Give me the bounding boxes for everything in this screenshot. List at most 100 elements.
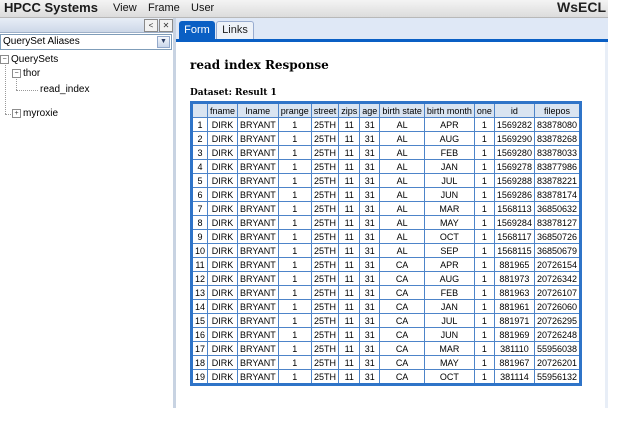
table-cell: 31 (359, 299, 381, 314)
tree-node-thor[interactable]: − thor (12, 68, 40, 80)
table-cell: JUL (423, 313, 475, 328)
table-row[interactable]: 18 DIRK BRYANT 1 25TH 11 31 CA MAY 1 881967 2072620… (190, 355, 582, 370)
tab-form[interactable]: Form (179, 21, 215, 39)
column-header[interactable]: fname (207, 102, 239, 118)
tab-links[interactable]: Links (216, 21, 254, 39)
table-cell: 31 (359, 243, 381, 258)
column-header[interactable]: age (359, 102, 381, 118)
table-cell: 1 (473, 285, 495, 300)
table-cell: 25TH (310, 271, 340, 286)
table-row[interactable]: 3 DIRK BRYANT 1 25TH 11 31 AL FEB 1 1569280 8387803… (190, 145, 582, 160)
table-row[interactable]: 6 DIRK BRYANT 1 25TH 11 31 AL JUN 1 1569286 8387817… (190, 187, 582, 202)
table-cell: 1 (277, 271, 312, 286)
app-window: HPCC Systems View Frame User WsECL < ✕ Q… (0, 0, 608, 408)
tree-node-myroxie[interactable]: + myroxie (12, 108, 58, 120)
close-icon[interactable]: ✕ (159, 19, 173, 32)
tree-connector (5, 114, 11, 115)
table-cell: 2 (190, 131, 209, 146)
table-cell: CA (379, 313, 425, 328)
table-cell: 881965 (493, 257, 535, 272)
table-cell: 25TH (310, 369, 340, 385)
menu-user[interactable]: User (191, 1, 214, 16)
table-row[interactable]: 14 DIRK BRYANT 1 25TH 11 31 CA JAN 1 881961 2072606… (190, 299, 582, 314)
table-cell: BRYANT (237, 229, 279, 244)
table-cell: CA (379, 355, 425, 370)
table-cell: 18 (190, 355, 209, 370)
tree-node-querysets[interactable]: − QuerySets (0, 54, 58, 66)
column-header[interactable]: street (310, 102, 340, 118)
table-cell: 31 (359, 201, 381, 216)
table-cell: BRYANT (237, 313, 279, 328)
table-cell: 25TH (310, 117, 340, 132)
table-row[interactable]: 8 DIRK BRYANT 1 25TH 11 31 AL MAY 1 1569284 8387812… (190, 215, 582, 230)
table-cell: BRYANT (237, 173, 279, 188)
column-header[interactable]: one (473, 102, 495, 118)
table-row[interactable]: 19 DIRK BRYANT 1 25TH 11 31 CA OCT 1 381114 5595613… (190, 369, 582, 385)
table-cell: FEB (423, 145, 475, 160)
menu-frame[interactable]: Frame (148, 1, 180, 16)
table-cell: AL (379, 145, 425, 160)
collapse-node-icon[interactable]: − (12, 68, 21, 78)
table-cell: 31 (359, 131, 381, 146)
table-row[interactable]: 7 DIRK BRYANT 1 25TH 11 31 AL MAR 1 1568113 3685063… (190, 201, 582, 216)
table-cell: 1 (473, 131, 495, 146)
table-cell: 11 (338, 201, 361, 216)
column-header[interactable]: birth state (379, 102, 425, 118)
table-cell: 881971 (493, 313, 535, 328)
table-cell: DIRK (207, 257, 239, 272)
table-row[interactable]: 2 DIRK BRYANT 1 25TH 11 31 AL AUG 1 1569290 8387826… (190, 131, 582, 146)
table-row[interactable]: 11 DIRK BRYANT 1 25TH 11 31 CA APR 1 881965 2072615… (190, 257, 582, 272)
table-cell: AL (379, 215, 425, 230)
table-cell: 381114 (493, 369, 535, 385)
table-cell: 1 (277, 369, 312, 385)
table-row[interactable]: 4 DIRK BRYANT 1 25TH 11 31 AL JAN 1 1569278 8387798… (190, 159, 582, 174)
table-cell: BRYANT (237, 159, 279, 174)
tree-node-read-index[interactable]: read_index (40, 84, 89, 96)
table-cell: 31 (359, 215, 381, 230)
table-row[interactable]: 15 DIRK BRYANT 1 25TH 11 31 CA JUL 1 881971 2072629… (190, 313, 582, 328)
table-cell: MAY (423, 215, 475, 230)
table-cell: 1569286 (493, 187, 535, 202)
wsecl-logo: WsECL (557, 0, 606, 15)
table-cell: BRYANT (237, 271, 279, 286)
table-cell: 11 (338, 285, 361, 300)
expand-node-icon[interactable]: + (12, 108, 21, 118)
table-cell: 25TH (310, 257, 340, 272)
table-row[interactable]: 1 DIRK BRYANT 1 25TH 11 31 AL APR 1 1569282 8387808… (190, 117, 582, 132)
table-body: 1 DIRK BRYANT 1 25TH 11 31 AL APR 1 1569282 8387808… (190, 117, 582, 385)
table-cell: 20726201 (533, 355, 582, 370)
table-cell: 16 (190, 327, 209, 342)
column-header[interactable] (190, 102, 209, 118)
column-header[interactable]: id (493, 102, 535, 118)
table-cell: 31 (359, 285, 381, 300)
queryset-select[interactable]: QuerySet Aliases ▼ (0, 34, 172, 50)
table-row[interactable]: 13 DIRK BRYANT 1 25TH 11 31 CA FEB 1 881963 2072610… (190, 285, 582, 300)
table-row[interactable]: 12 DIRK BRYANT 1 25TH 11 31 CA AUG 1 881973 2072634… (190, 271, 582, 286)
table-row[interactable]: 9 DIRK BRYANT 1 25TH 11 31 AL OCT 1 1568117 3685072… (190, 229, 582, 244)
table-cell: OCT (423, 369, 475, 385)
table-cell: BRYANT (237, 145, 279, 160)
column-header[interactable]: filepos (533, 102, 582, 118)
table-cell: 25TH (310, 201, 340, 216)
table-cell: 25TH (310, 299, 340, 314)
table-cell: 25TH (310, 215, 340, 230)
column-header[interactable]: birth month (423, 102, 475, 118)
collapse-node-icon[interactable]: − (0, 54, 9, 64)
collapse-icon[interactable]: < (144, 19, 158, 32)
table-cell: 83877986 (533, 159, 582, 174)
column-header[interactable]: lname (237, 102, 279, 118)
table-cell: 1 (473, 215, 495, 230)
table-cell: 1569280 (493, 145, 535, 160)
table-cell: CA (379, 327, 425, 342)
table-row[interactable]: 5 DIRK BRYANT 1 25TH 11 31 AL JUL 1 1569288 8387822… (190, 173, 582, 188)
table-row[interactable]: 10 DIRK BRYANT 1 25TH 11 31 AL SEP 1 1568115 368506… (190, 243, 582, 258)
menu-view[interactable]: View (113, 1, 137, 16)
chevron-down-icon[interactable]: ▼ (157, 36, 170, 48)
column-header[interactable]: prange (277, 102, 312, 118)
column-header[interactable]: zips (338, 102, 361, 118)
table-row[interactable]: 16 DIRK BRYANT 1 25TH 11 31 CA JUN 1 881969 2072624… (190, 327, 582, 342)
table-cell: 1 (473, 355, 495, 370)
table-cell: 11 (338, 355, 361, 370)
table-row[interactable]: 17 DIRK BRYANT 1 25TH 11 31 CA MAR 1 381110 5595603… (190, 341, 582, 356)
vertical-scrollbar[interactable] (605, 42, 608, 408)
